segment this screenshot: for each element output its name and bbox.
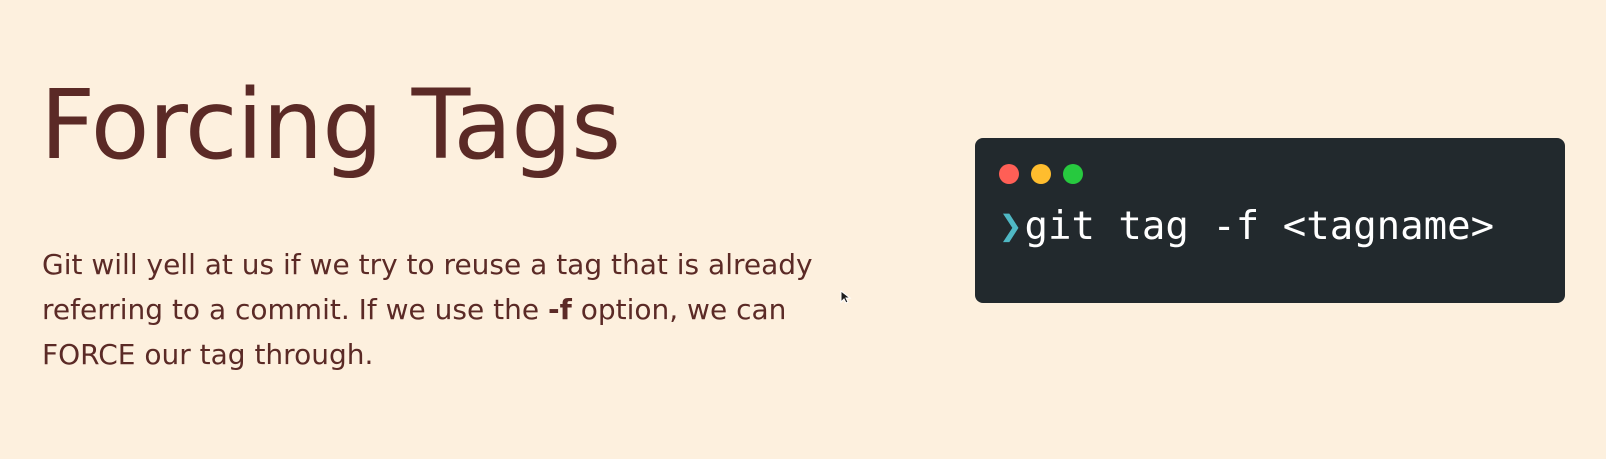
force-flag: -f	[548, 293, 572, 326]
terminal-command: git tag -f <tagname>	[1024, 204, 1495, 249]
slide-description: Git will yell at us if we try to reuse a…	[42, 242, 862, 377]
slide-title: Forcing Tags	[40, 69, 621, 181]
maximize-dot-icon	[1063, 164, 1083, 184]
mouse-cursor-icon	[840, 290, 852, 304]
terminal-command-line: ❯git tag -f <tagname>	[999, 204, 1494, 249]
terminal-window: ❯git tag -f <tagname>	[975, 138, 1565, 303]
close-dot-icon	[999, 164, 1019, 184]
prompt-chevron-icon: ❯	[999, 204, 1023, 249]
minimize-dot-icon	[1031, 164, 1051, 184]
